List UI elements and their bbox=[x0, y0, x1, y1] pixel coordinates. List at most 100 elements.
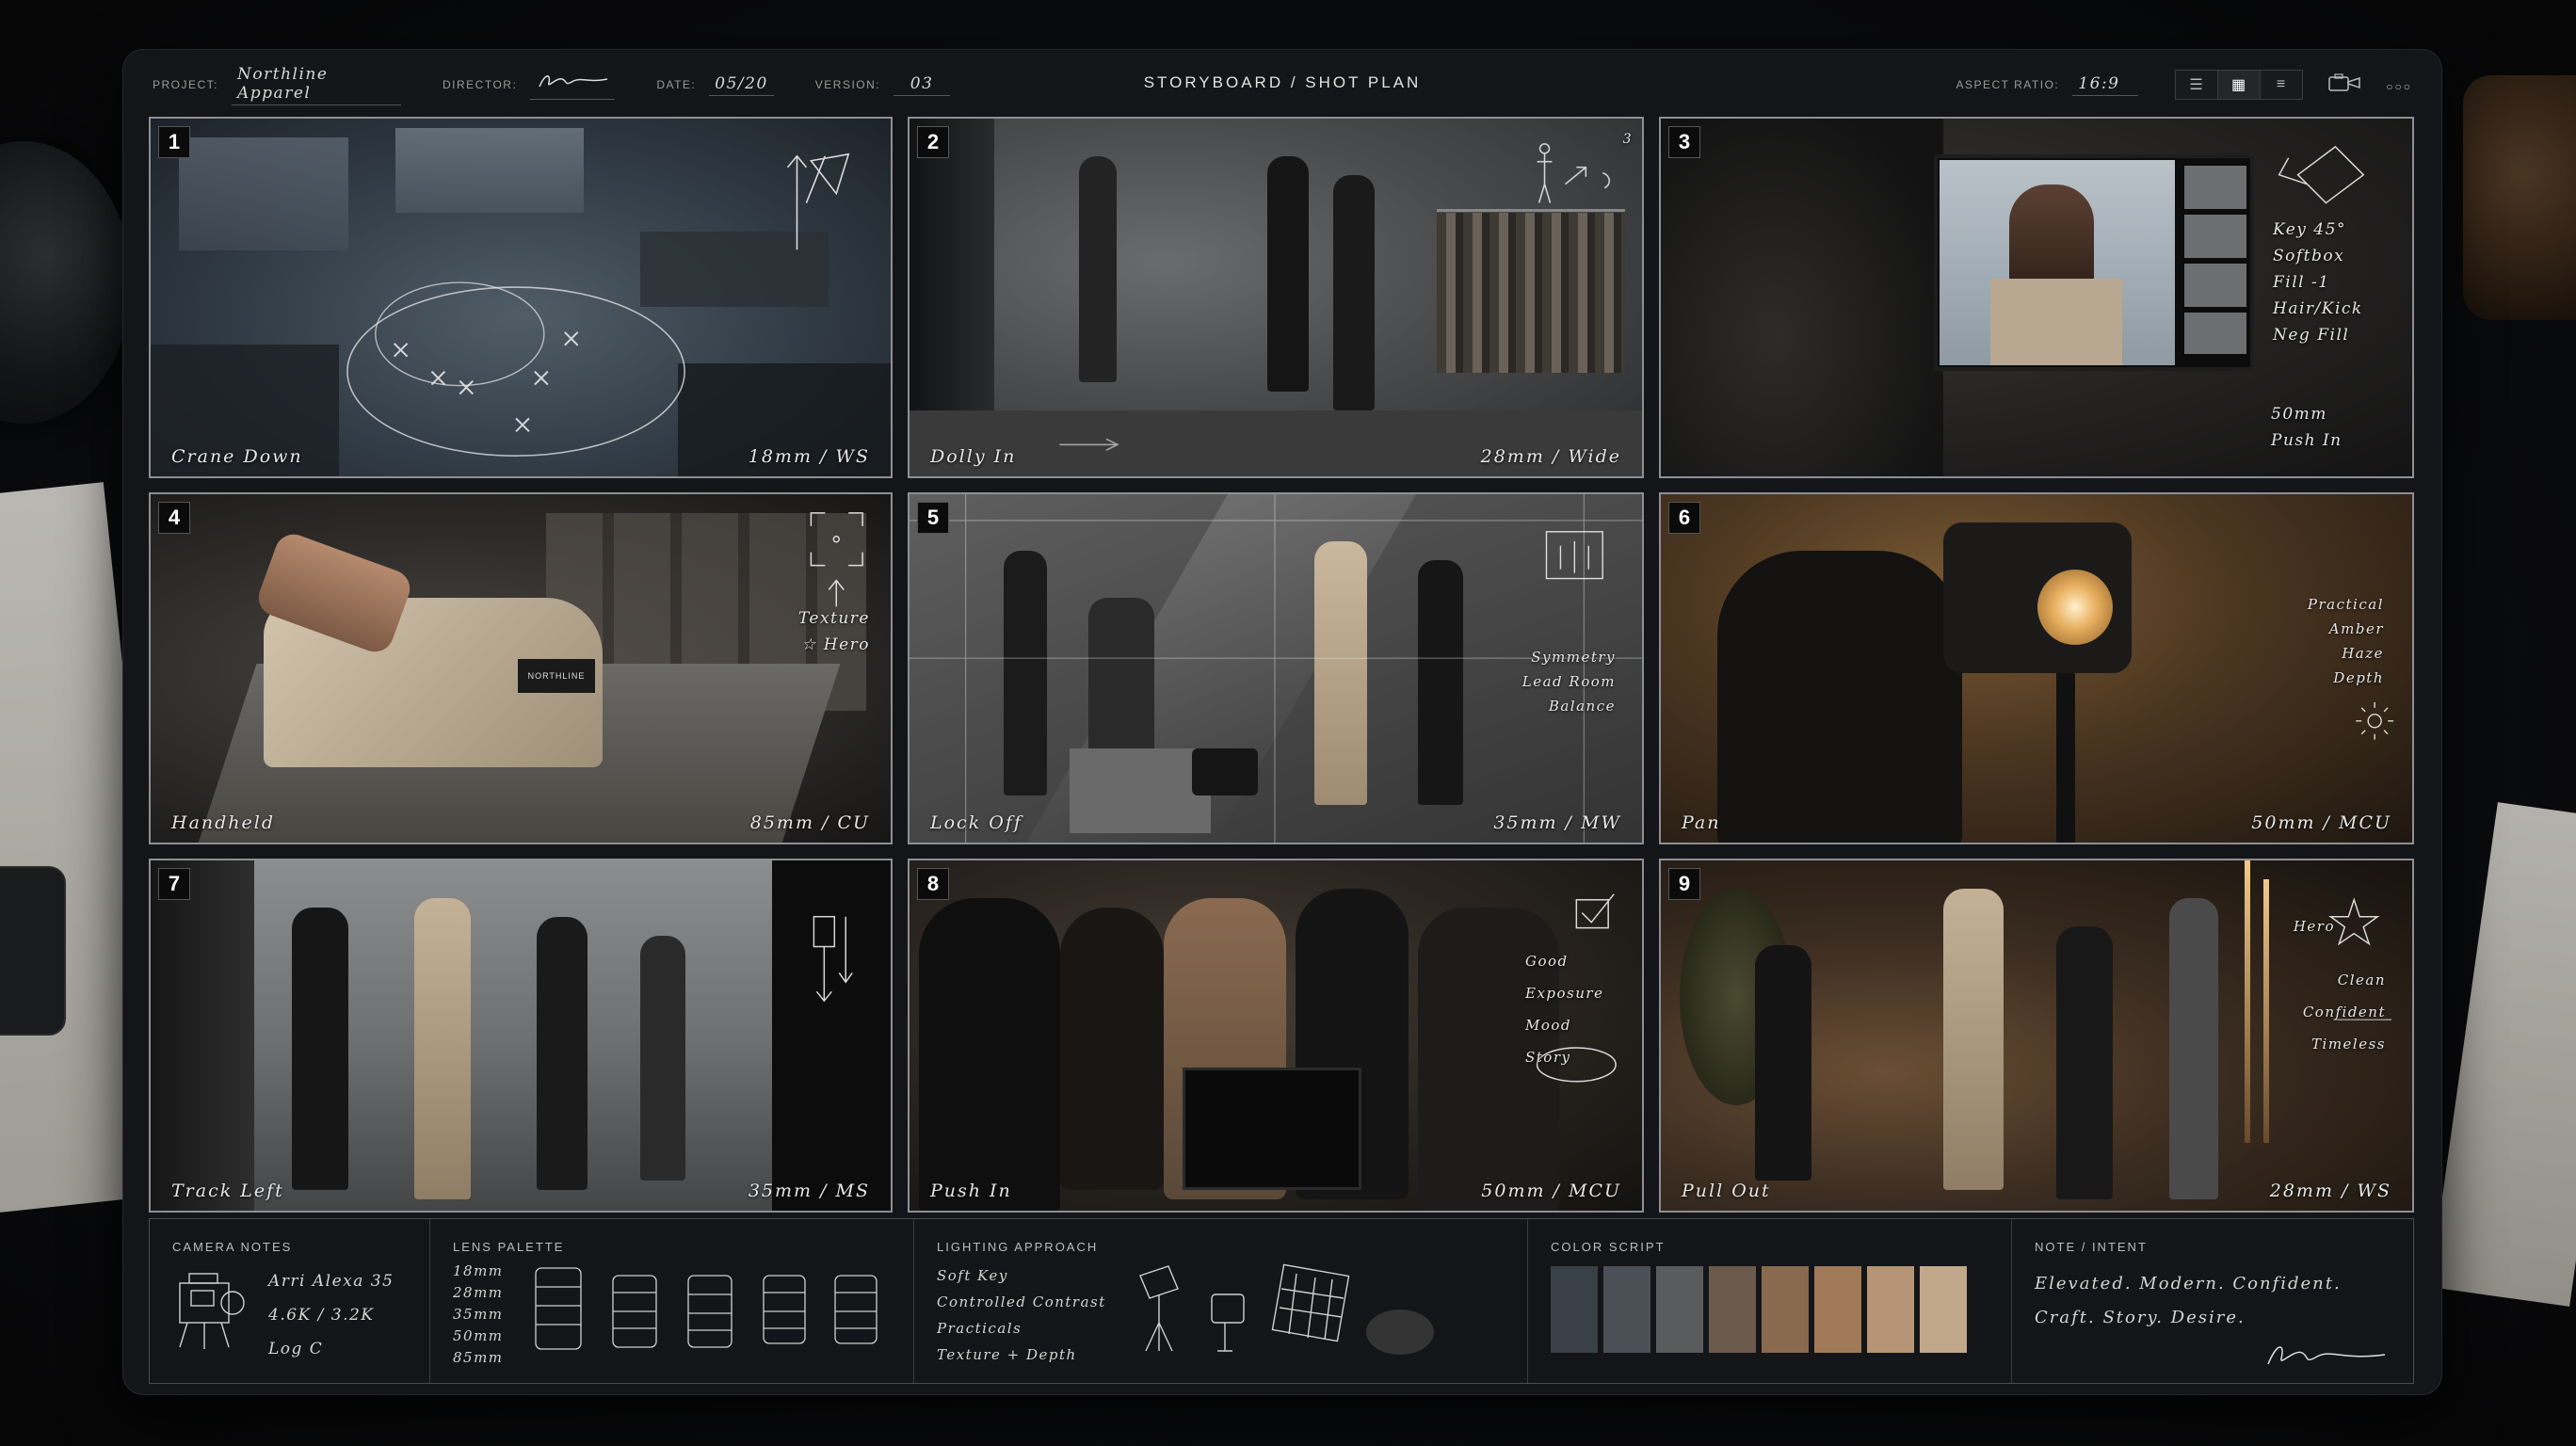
frame-7[interactable]: 7 Track Left 35mm / MS bbox=[149, 859, 893, 1213]
frame-4[interactable]: NORTHLINE Texture ☆ Hero 4 Handheld 85mm… bbox=[149, 492, 893, 844]
aspect-meta: ASPECT RATIO: 16:9 bbox=[1956, 74, 2139, 96]
frame-2[interactable]: 3 2 Dolly In 28mm / Wide bbox=[908, 117, 1644, 478]
lens-label: 35mm / MS bbox=[748, 1181, 870, 1201]
lens-label: 35mm / MW bbox=[1493, 812, 1621, 833]
depth-note: Depth bbox=[2333, 669, 2384, 686]
spotlight-icon bbox=[1139, 1265, 1179, 1352]
color-swatch[interactable] bbox=[1920, 1266, 1967, 1353]
lens-list: 18mm 28mm 35mm 50mm 85mm bbox=[453, 1261, 504, 1369]
color-swatch[interactable] bbox=[1762, 1266, 1809, 1353]
camera-move-label: Pull Out bbox=[1682, 1181, 1771, 1201]
lighting-note: Fill -1 bbox=[2273, 273, 2330, 292]
color-script-section: COLOR SCRIPT bbox=[1528, 1219, 2012, 1383]
camera-move-label: Crane Down bbox=[171, 446, 303, 467]
texture-note: Texture bbox=[797, 609, 870, 628]
camera-move-label: Dolly In bbox=[930, 446, 1017, 467]
notes-panel: CAMERA NOTES Arri Alexa 35 4.6K / 3.2K L… bbox=[149, 1218, 2414, 1384]
lens-label: 85mm / CU bbox=[749, 812, 870, 833]
version-value[interactable]: 03 bbox=[894, 74, 951, 96]
lighting-item: Practicals bbox=[937, 1320, 1022, 1337]
color-swatches bbox=[1551, 1266, 1972, 1358]
camera-log: Log C bbox=[268, 1340, 324, 1358]
timeless-note: Timeless bbox=[2311, 1036, 2386, 1052]
lens-label: 50mm / MCU bbox=[1481, 1181, 1621, 1201]
frame-number: 9 bbox=[1668, 868, 1700, 900]
version-label: VERSION: bbox=[814, 78, 881, 91]
frame-8[interactable]: Good Exposure Mood Story 8 Push In 50mm … bbox=[908, 859, 1644, 1213]
color-swatch[interactable] bbox=[1656, 1266, 1703, 1353]
more-button[interactable]: ○○○ bbox=[2386, 75, 2412, 95]
practical-note: Practical bbox=[2307, 596, 2384, 613]
frame-4-notes: Texture ☆ Hero bbox=[798, 605, 870, 658]
color-swatch[interactable] bbox=[1814, 1266, 1861, 1353]
camera-notes-section: CAMERA NOTES Arri Alexa 35 4.6K / 3.2K L… bbox=[150, 1219, 430, 1383]
symmetry-note: Symmetry bbox=[1531, 649, 1616, 666]
color-swatch[interactable] bbox=[1709, 1266, 1756, 1353]
frame-3[interactable]: Key 45° Softbox Fill -1 Hair/Kick Neg Fi… bbox=[1659, 117, 2414, 478]
rows-view-button[interactable]: ≡ bbox=[2260, 70, 2304, 100]
color-swatch[interactable] bbox=[1551, 1266, 1598, 1353]
lighting-item: Soft Key bbox=[937, 1267, 1008, 1284]
garment-tag: NORTHLINE bbox=[518, 659, 595, 693]
frame-number: 8 bbox=[917, 868, 949, 900]
frame-number: 2 bbox=[917, 126, 949, 158]
intent-line: Elevated. Modern. Confident. bbox=[2035, 1274, 2342, 1293]
camera-move-label: Push In bbox=[930, 1181, 1012, 1201]
lens-label: 18mm / WS bbox=[748, 446, 870, 467]
frame-number: 3 bbox=[1668, 126, 1700, 158]
director-label: DIRECTOR: bbox=[443, 78, 518, 91]
color-script-title: COLOR SCRIPT bbox=[1551, 1240, 1666, 1254]
director-signature[interactable] bbox=[530, 70, 616, 100]
frame-1-image bbox=[151, 119, 891, 476]
page-title: STORYBOARD / SHOT PLAN bbox=[1143, 73, 1422, 91]
fresnel-icon bbox=[1211, 1293, 1245, 1352]
exposure-note: Exposure bbox=[1525, 985, 1604, 1002]
color-swatch[interactable] bbox=[1603, 1266, 1650, 1353]
story-note: Story bbox=[1525, 1049, 1571, 1066]
grid-view-button[interactable]: ▦ bbox=[2217, 70, 2262, 100]
frame-9-hero-note: Hero bbox=[2293, 918, 2335, 935]
lens-50mm-icon bbox=[763, 1275, 806, 1344]
good-note: Good bbox=[1525, 953, 1569, 970]
frame-9-notes: Clean Confident Timeless bbox=[2303, 964, 2386, 1060]
project-meta: PROJECT: Northline Apparel bbox=[153, 65, 402, 105]
frame-6-notes: Practical Amber Haze Depth bbox=[2308, 592, 2384, 690]
lens-label: 28mm / WS bbox=[2269, 1181, 2391, 1201]
director-meta: DIRECTOR: bbox=[443, 70, 616, 100]
lens-item: 50mm bbox=[453, 1327, 504, 1344]
sketch-paper-right bbox=[2429, 802, 2576, 1307]
intent-line: Craft. Story. Desire. bbox=[2035, 1308, 2246, 1327]
camera-move-label: Pan bbox=[1682, 812, 1721, 833]
lens-note: 50mm bbox=[2271, 405, 2327, 424]
date-value[interactable]: 05/20 bbox=[709, 74, 774, 96]
lighting-item: Controlled Contrast bbox=[937, 1293, 1106, 1310]
camera-move-label: Lock Off bbox=[930, 812, 1022, 833]
header-controls: ASPECT RATIO: 16:9 ☰ ▦ ≡ ○○○ bbox=[1956, 70, 2413, 100]
frame-9[interactable]: Hero Clean Confident Timeless 9 Pull Out… bbox=[1659, 859, 2414, 1213]
lens-85mm-icon bbox=[834, 1275, 877, 1344]
frame-1[interactable]: 1 Crane Down 18mm / WS bbox=[149, 117, 893, 478]
aspect-value[interactable]: 16:9 bbox=[2072, 74, 2139, 96]
signature-icon bbox=[539, 75, 608, 88]
camera-notes-title: CAMERA NOTES bbox=[172, 1240, 293, 1254]
phone-prop bbox=[0, 866, 66, 1036]
lighting-list: Soft Key Controlled Contrast Practicals … bbox=[937, 1262, 1106, 1368]
color-swatch[interactable] bbox=[1867, 1266, 1914, 1353]
lens-item: 28mm bbox=[453, 1284, 504, 1301]
camera-button[interactable] bbox=[2327, 72, 2361, 98]
grid-view-icon: ▦ bbox=[2230, 77, 2247, 93]
lens-35mm-icon bbox=[687, 1275, 733, 1348]
intent-title: NOTE / INTENT bbox=[2035, 1240, 2148, 1254]
haze-note: Haze bbox=[2342, 645, 2384, 662]
lighting-note: Hair/Kick bbox=[2273, 299, 2363, 318]
frame-3-lens-notes: 50mm Push In bbox=[2271, 401, 2375, 454]
project-value[interactable]: Northline Apparel bbox=[232, 65, 402, 105]
list-view-button[interactable]: ☰ bbox=[2175, 70, 2219, 100]
header-bar: PROJECT: Northline Apparel DIRECTOR: DAT… bbox=[122, 49, 2442, 120]
frame-6[interactable]: Practical Amber Haze Depth 6 Pan 50mm / … bbox=[1659, 492, 2414, 844]
intent-text: Elevated. Modern. Confident. Craft. Stor… bbox=[2035, 1267, 2391, 1335]
frame-2-sketch-number: 3 bbox=[1622, 132, 1633, 147]
frame-4-image: NORTHLINE bbox=[151, 494, 891, 843]
frame-5[interactable]: Symmetry Lead Room Balance 5 Lock Off 35… bbox=[908, 492, 1644, 844]
storyboard-panel: PROJECT: Northline Apparel DIRECTOR: DAT… bbox=[122, 49, 2442, 1395]
